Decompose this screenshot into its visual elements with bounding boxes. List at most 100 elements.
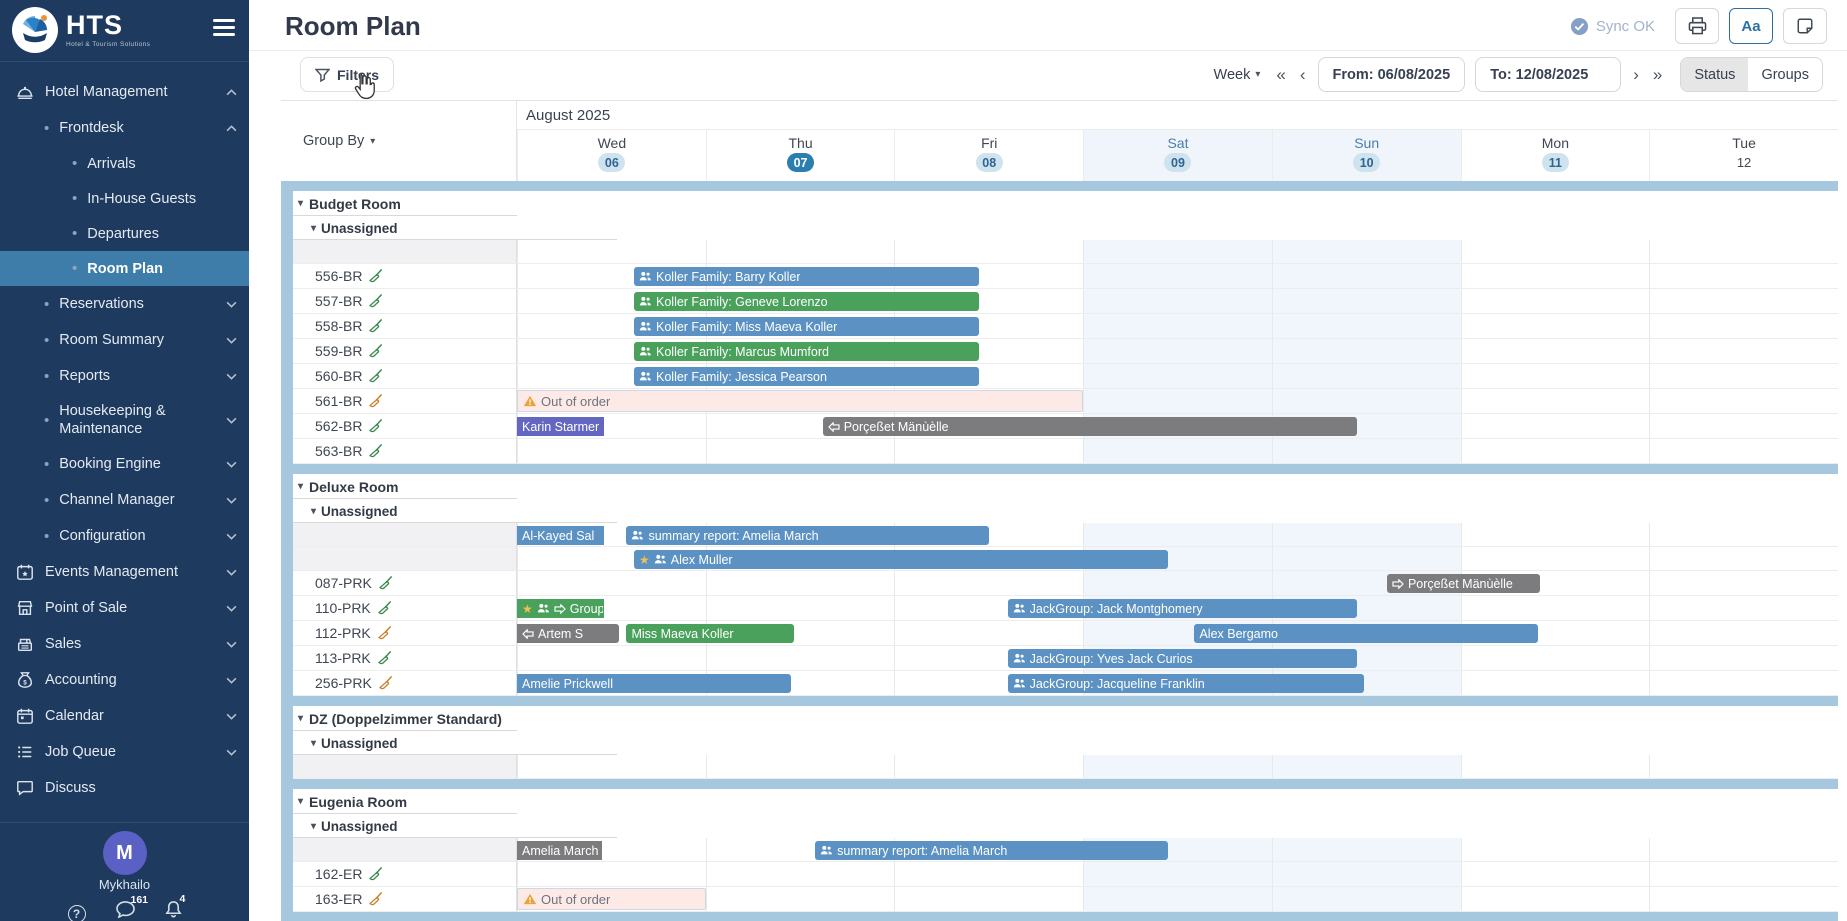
subgroup-header-unassigned[interactable]: ▾Unassigned: [281, 216, 1838, 240]
booking-label: Amelia March: [522, 844, 598, 858]
notifications-bell-icon[interactable]: 4: [165, 900, 182, 921]
sidebar-item-housekeeping-maintenance[interactable]: •Housekeeping & Maintenance: [0, 394, 249, 446]
room-timeline[interactable]: Out of order: [517, 887, 1838, 912]
toggle-groups[interactable]: Groups: [1748, 58, 1822, 91]
day-header-wed[interactable]: Wed06: [517, 130, 706, 181]
notes-button[interactable]: [1783, 8, 1827, 44]
room-timeline[interactable]: Karin Starmer Porçeßet Mänùèlle: [517, 414, 1838, 439]
booking-bar[interactable]: JackGroup: Yves Jack Curios: [1008, 649, 1357, 668]
sidebar-item-arrivals[interactable]: •Arrivals: [0, 146, 249, 181]
day-header-fri[interactable]: Fri08: [894, 130, 1083, 181]
sidebar-item-booking-engine[interactable]: •Booking Engine: [0, 446, 249, 482]
booking-bar[interactable]: Alex Bergamo: [1194, 624, 1537, 643]
booking-bar[interactable]: Koller Family: Jessica Pearson: [634, 367, 979, 386]
sidebar-item-departures[interactable]: •Departures: [0, 216, 249, 251]
group-header-deluxe-room[interactable]: ▾Deluxe Room: [281, 474, 1838, 499]
booking-bar[interactable]: Amelie Prickwell: [517, 674, 791, 693]
booking-bar[interactable]: Koller Family: Marcus Mumford: [634, 342, 979, 361]
subgroup-header-unassigned[interactable]: ▾Unassigned: [281, 499, 1838, 523]
day-header-mon[interactable]: Mon11: [1461, 130, 1650, 181]
filters-button[interactable]: Filters: [300, 57, 394, 92]
booking-bar[interactable]: summary report: Amelia March: [815, 841, 1168, 860]
booking-bar[interactable]: Koller Family: Miss Maeva Koller: [634, 317, 979, 336]
booking-bar[interactable]: Miss Maeva Koller: [626, 624, 794, 643]
sidebar-item-events-management[interactable]: Events Management: [0, 554, 249, 590]
sidebar-item-configuration[interactable]: •Configuration: [0, 518, 249, 554]
room-timeline[interactable]: Koller Family: Barry Koller: [517, 264, 1838, 289]
nav-last-button[interactable]: »: [1651, 65, 1664, 85]
sidebar-item-room-plan[interactable]: •Room Plan: [0, 251, 249, 286]
avatar[interactable]: M: [103, 831, 147, 875]
broom-status-icon: [369, 394, 383, 408]
group-by-select[interactable]: Group By▾: [281, 101, 517, 181]
out-of-order-bar[interactable]: Out of order: [517, 390, 1083, 412]
from-date-input[interactable]: From: 06/08/2025: [1318, 57, 1466, 92]
print-button[interactable]: [1675, 8, 1719, 44]
room-timeline[interactable]: [517, 439, 1838, 464]
room-timeline[interactable]: Al-Kayed Sal summary report: Amelia March: [517, 523, 1838, 547]
booking-bar[interactable]: summary report: Amelia March: [626, 526, 988, 545]
room-timeline[interactable]: Koller Family: Geneve Lorenzo: [517, 289, 1838, 314]
booking-bar[interactable]: Artem S: [517, 624, 619, 643]
hamburger-menu-icon[interactable]: [213, 15, 235, 40]
sidebar-item-channel-manager[interactable]: •Channel Manager: [0, 482, 249, 518]
room-timeline[interactable]: Amelie Prickwell JackGroup: Jacqueline Fr…: [517, 671, 1838, 696]
room-timeline[interactable]: [517, 240, 1838, 264]
booking-bar[interactable]: Karin Starmer: [517, 417, 604, 436]
booking-bar[interactable]: JackGroup: Jack Montghomery: [1008, 599, 1357, 618]
sidebar-item-reports[interactable]: •Reports: [0, 358, 249, 394]
nav-prev-button[interactable]: ‹: [1298, 65, 1308, 85]
toggle-status[interactable]: Status: [1681, 58, 1748, 91]
day-header-thu[interactable]: Thu07: [706, 130, 895, 181]
room-timeline[interactable]: Koller Family: Miss Maeva Koller: [517, 314, 1838, 339]
room-timeline[interactable]: Amelia March summary report: Amelia March: [517, 838, 1838, 862]
group-header-eugenia-room[interactable]: ▾Eugenia Room: [281, 789, 1838, 814]
day-header-tue[interactable]: Tue12: [1649, 130, 1838, 181]
sidebar-item-point-of-sale[interactable]: Point of Sale: [0, 590, 249, 626]
group-header-budget-room[interactable]: ▾Budget Room: [281, 191, 1838, 216]
booking-bar[interactable]: Porçeßet Mänùèlle: [1387, 574, 1540, 593]
booking-bar[interactable]: Koller Family: Geneve Lorenzo: [634, 292, 979, 311]
room-timeline[interactable]: Koller Family: Marcus Mumford: [517, 339, 1838, 364]
day-header-sun[interactable]: Sun10: [1272, 130, 1461, 181]
group-header-dz-doppelzimmer-standard[interactable]: ▾DZ (Doppelzimmer Standard): [281, 706, 1838, 731]
subgroup-header-unassigned[interactable]: ▾Unassigned: [281, 731, 1838, 755]
sidebar-item-in-house-guests[interactable]: •In-House Guests: [0, 181, 249, 216]
room-timeline[interactable]: [517, 755, 1838, 779]
booking-bar[interactable]: ★Group: [517, 599, 604, 618]
sidebar-item-accounting[interactable]: $Accounting: [0, 662, 249, 698]
room-timeline[interactable]: ★Alex Muller: [517, 547, 1838, 571]
booking-bar[interactable]: JackGroup: Jacqueline Franklin: [1008, 674, 1365, 693]
help-icon[interactable]: ?: [68, 905, 86, 921]
to-date-input[interactable]: To: 12/08/2025: [1475, 57, 1621, 92]
booking-bar[interactable]: Amelia March: [517, 841, 602, 860]
room-timeline[interactable]: ★Group JackGroup: Jack Montghomery: [517, 596, 1838, 621]
room-timeline[interactable]: Out of order: [517, 389, 1838, 414]
nav-next-button[interactable]: ›: [1631, 65, 1641, 85]
text-size-button[interactable]: Aa: [1729, 8, 1773, 44]
subgroup-header-unassigned[interactable]: ▾Unassigned: [281, 814, 1838, 838]
sidebar-item-frontdesk[interactable]: •Frontdesk: [0, 110, 249, 146]
logo[interactable]: HTS Hotel & Tourism Solutions: [12, 7, 150, 53]
messages-icon[interactable]: 161: [116, 901, 135, 921]
booking-bar[interactable]: ★Alex Muller: [634, 550, 1168, 569]
sidebar-item-discuss[interactable]: Discuss: [0, 770, 249, 806]
room-timeline[interactable]: Artem S Miss Maeva Koller Alex Bergamo: [517, 621, 1838, 646]
sidebar-item-hotel-management[interactable]: Hotel Management: [0, 74, 249, 110]
sidebar-item-room-summary[interactable]: •Room Summary: [0, 322, 249, 358]
room-timeline[interactable]: Porçeßet Mänùèlle: [517, 571, 1838, 596]
room-timeline[interactable]: Koller Family: Jessica Pearson: [517, 364, 1838, 389]
sidebar-item-reservations[interactable]: •Reservations: [0, 286, 249, 322]
nav-first-button[interactable]: «: [1274, 65, 1287, 85]
booking-bar[interactable]: Porçeßet Mänùèlle: [823, 417, 1357, 436]
room-timeline[interactable]: [517, 862, 1838, 887]
room-timeline[interactable]: JackGroup: Yves Jack Curios: [517, 646, 1838, 671]
sidebar-item-sales[interactable]: Sales: [0, 626, 249, 662]
sidebar-item-job-queue[interactable]: Job Queue: [0, 734, 249, 770]
day-header-sat[interactable]: Sat09: [1083, 130, 1272, 181]
out-of-order-bar[interactable]: Out of order: [517, 888, 706, 910]
booking-bar[interactable]: Koller Family: Barry Koller: [634, 267, 979, 286]
range-select[interactable]: Week▾: [1214, 67, 1261, 83]
sidebar-item-calendar[interactable]: Calendar: [0, 698, 249, 734]
booking-bar[interactable]: Al-Kayed Sal: [517, 526, 604, 545]
